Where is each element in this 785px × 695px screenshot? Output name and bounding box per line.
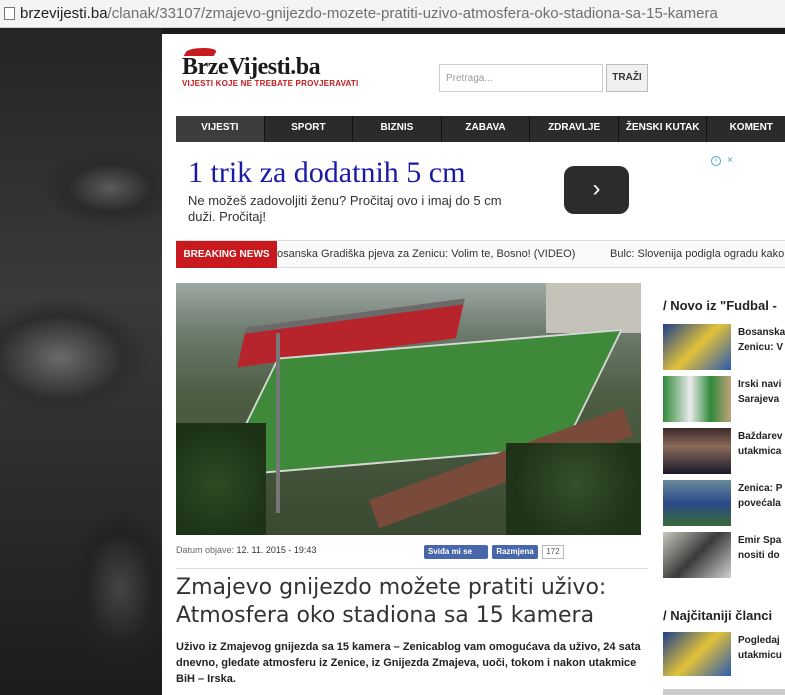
page-icon bbox=[4, 7, 15, 20]
sidebar-heading-news: / Novo iz "Fudbal - bbox=[663, 298, 777, 313]
logo-brand: BrzeVijesti.ba bbox=[182, 54, 358, 81]
ticker-item[interactable]: Bulc: Slovenija podigla ogradu kako bbox=[610, 241, 784, 268]
ad-close-icon[interactable]: × bbox=[725, 156, 735, 166]
thumbnail[interactable] bbox=[663, 632, 731, 676]
article-lead: Uživo iz Zmajevog gnijezda sa 15 kamera … bbox=[176, 641, 641, 685]
list-item[interactable]: Emir Spa nositi do bbox=[663, 532, 785, 584]
article-hero-image bbox=[176, 283, 641, 535]
sidebar-heading-most-read: / Najčitaniji članci bbox=[663, 608, 773, 623]
nav-item-sport[interactable]: SPORT bbox=[265, 116, 354, 142]
url-path: /clanak/33107/zmajevo-gnijezdo-mozete-pr… bbox=[107, 5, 718, 22]
advertisement[interactable]: 1 trik za dodatnih 5 cm Ne možeš zadovol… bbox=[176, 146, 733, 236]
logo-tagline: VIJESTI KOJE NE TREBATE PROVJERAVATI bbox=[182, 79, 359, 88]
nav-item-zdravlje[interactable]: ZDRAVLJE bbox=[530, 116, 619, 142]
ad-info-icon[interactable]: i bbox=[711, 156, 721, 166]
article-title: Zmajevo gnijezdo možete pratiti uživo: A… bbox=[176, 575, 607, 628]
list-item[interactable]: Irski navi Sarajeva bbox=[663, 376, 785, 428]
image-trees bbox=[506, 443, 641, 535]
blurred-background bbox=[0, 28, 162, 695]
thumbnail[interactable] bbox=[663, 689, 785, 695]
list-item-title[interactable]: Bosanska Zenicu: V bbox=[738, 325, 785, 355]
logo-wing-icon bbox=[183, 48, 219, 56]
facebook-like-label: Sviđa mi se bbox=[428, 547, 473, 556]
thumbnail[interactable] bbox=[663, 480, 731, 526]
sidebar-news-list: Bosanska Zenicu: V Irski navi Sarajeva Baž… bbox=[663, 324, 785, 584]
breaking-news-label: BREAKING NEWS bbox=[176, 241, 277, 268]
logo-brand-prefix: Brze bbox=[182, 54, 228, 80]
facebook-like-button[interactable]: Sviđa mi se bbox=[424, 545, 488, 559]
article-date: Datum objave: 12. 11. 2015 - 19:43 bbox=[176, 545, 316, 555]
list-item-title[interactable]: Zenica: Ppovećala bbox=[738, 481, 785, 511]
list-item-title[interactable]: Baždarev utakmica bbox=[738, 429, 785, 459]
nav-item-vijesti[interactable]: VIJESTI bbox=[176, 116, 265, 142]
site-logo[interactable]: BrzeVijesti.ba VIJESTI KOJE NE TREBATE P… bbox=[182, 48, 359, 88]
main-nav: VIJESTI SPORT BIZNIS ZABAVA ZDRAVLJE ŽEN… bbox=[176, 116, 785, 142]
search-button[interactable]: TRAŽI bbox=[606, 64, 648, 92]
thumbnail[interactable] bbox=[663, 428, 731, 474]
thumbnail[interactable] bbox=[663, 376, 731, 422]
web-page: BrzeVijesti.ba VIJESTI KOJE NE TREBATE P… bbox=[162, 34, 785, 695]
list-item-title[interactable]: Irski navi Sarajeva bbox=[738, 377, 785, 407]
thumbnail[interactable] bbox=[663, 532, 731, 578]
breaking-news-ticker: osanska Gradiška pjeva za Zenicu: Volim … bbox=[277, 241, 784, 268]
list-item[interactable]: Zenica: Ppovećala bbox=[663, 480, 785, 532]
ad-arrow-icon[interactable]: › bbox=[564, 166, 629, 214]
list-item[interactable]: Pogledaj utakmicu bbox=[663, 632, 785, 682]
breaking-news-bar: BREAKING NEWS osanska Gradiška pjeva za … bbox=[176, 240, 785, 268]
share-count: 172 bbox=[542, 545, 564, 559]
ticker-item[interactable]: osanska Gradiška pjeva za Zenicu: Volim … bbox=[277, 248, 575, 260]
list-item-title[interactable]: Pogledaj utakmicu bbox=[738, 633, 782, 663]
date-label: Datum objave: bbox=[176, 545, 235, 555]
image-floodlight bbox=[276, 333, 280, 513]
nav-item-biznis[interactable]: BIZNIS bbox=[353, 116, 442, 142]
nav-item-zabava[interactable]: ZABAVA bbox=[442, 116, 531, 142]
ad-body: Ne možeš zadovoljiti ženu? Pročitaj ovo … bbox=[188, 193, 502, 224]
share-button[interactable]: Razmjena bbox=[492, 545, 538, 559]
ad-headline[interactable]: 1 trik za dodatnih 5 cm bbox=[188, 156, 465, 190]
list-item[interactable]: Baždarev utakmica bbox=[663, 428, 785, 480]
list-item-title[interactable]: Emir Spa nositi do bbox=[738, 533, 785, 563]
address-bar[interactable]: brzevijesti.ba/clanak/33107/zmajevo-gnij… bbox=[0, 0, 785, 28]
image-trees bbox=[176, 423, 266, 535]
url-host: brzevijesti.ba bbox=[20, 5, 108, 22]
nav-item-zenski-kutak[interactable]: ŽENSKI KUTAK bbox=[619, 116, 708, 142]
list-item[interactable]: Bosanska Zenicu: V bbox=[663, 324, 785, 376]
nav-item-komentari[interactable]: KOMENT bbox=[707, 116, 785, 142]
image-building bbox=[546, 283, 641, 333]
thumbnail[interactable] bbox=[663, 324, 731, 370]
divider bbox=[176, 568, 648, 569]
logo-brand-suffix: Vijesti.ba bbox=[227, 54, 321, 80]
date-value: 12. 11. 2015 - 19:43 bbox=[236, 545, 317, 555]
search-input[interactable]: Pretraga... bbox=[439, 64, 603, 92]
